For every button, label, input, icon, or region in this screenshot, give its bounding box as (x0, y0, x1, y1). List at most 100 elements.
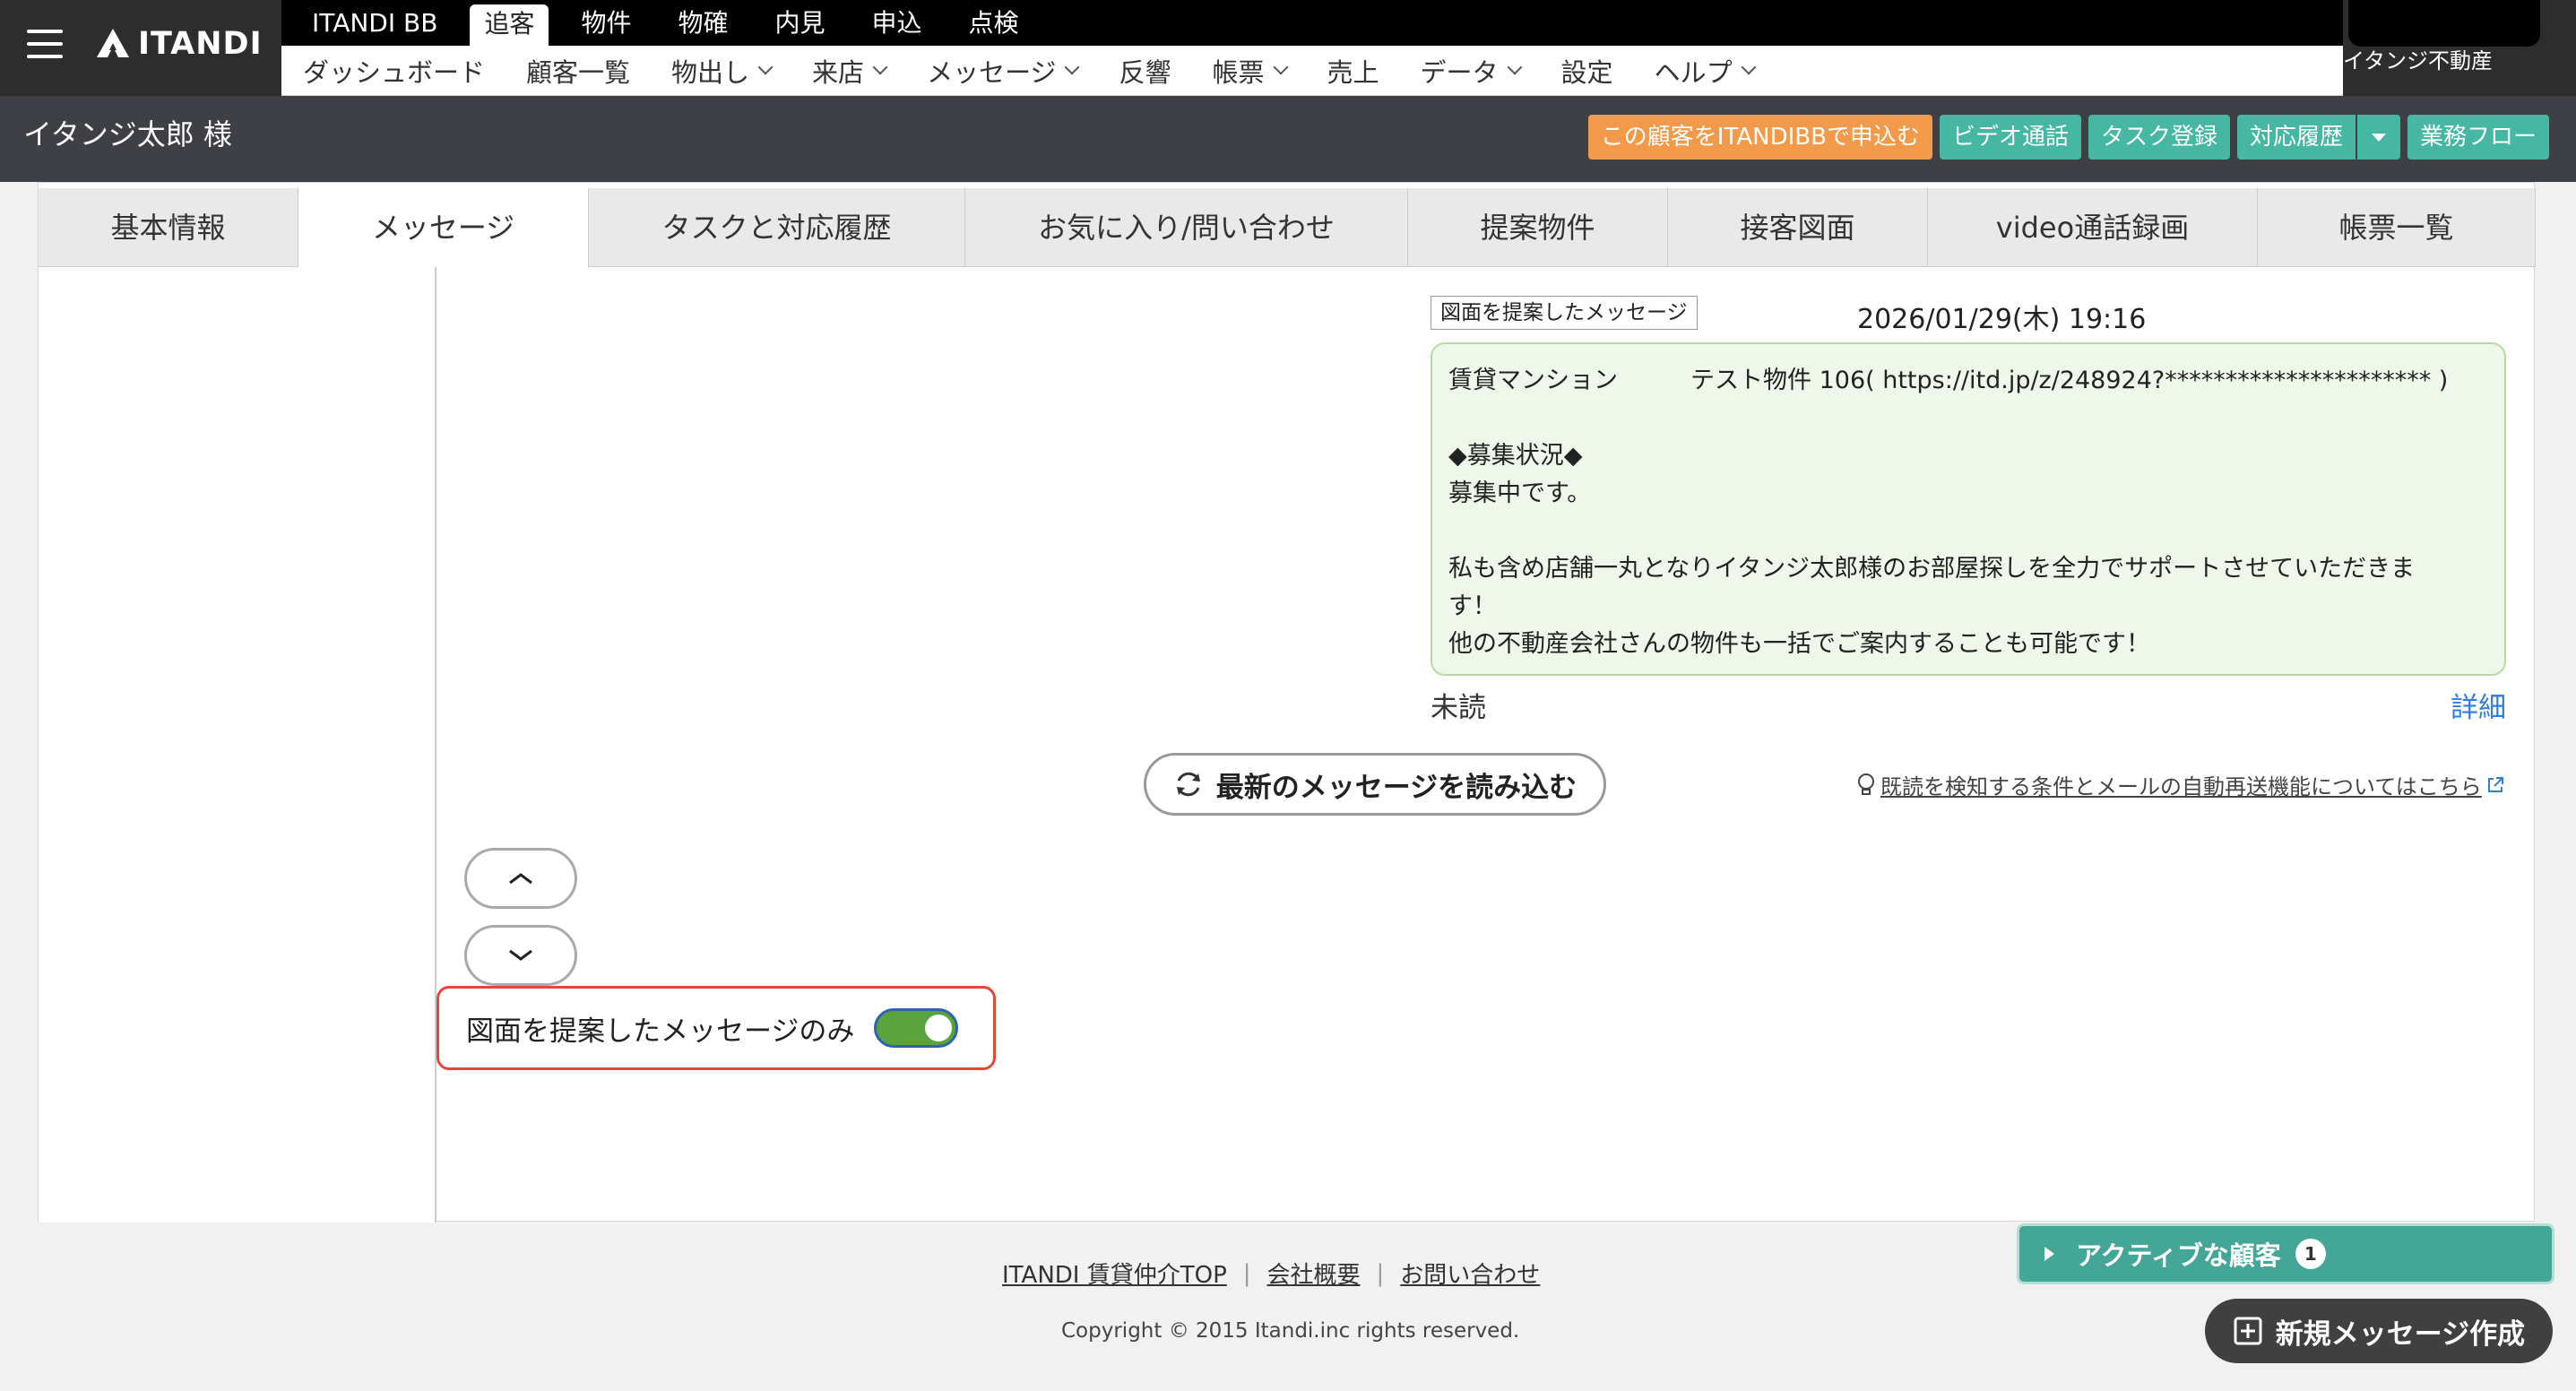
message-line: 募集中です。 (1448, 480, 1592, 507)
customer-tab[interactable]: メッセージ (298, 188, 589, 268)
message-line: す！ (1448, 592, 1497, 620)
content-card: 基本情報 メッセージ タスクと対応履歴 お気に入り/問い合わせ 提案物件 接客図面 vide… (38, 182, 2536, 1223)
nav-item[interactable]: 来店 (812, 52, 888, 90)
lightbulb-icon (1858, 773, 1874, 795)
refresh-icon (1176, 772, 1200, 797)
scroll-down-button[interactable] (464, 925, 577, 986)
customer-bar: イタンジ太郎 様 この顧客をITANDIBBで申込む ビデオ通話 タスク登録 対… (0, 96, 2576, 182)
nav-item-label: 帳票 (1212, 56, 1265, 88)
proposal-filter-label: 図面を提案したメッセージのみ (466, 1015, 855, 1048)
customer-actions: この顧客をITANDIBBで申込む ビデオ通話 タスク登録 対応履歴 業務フロー (1581, 115, 2549, 160)
company-name: イタンジ不動産 (2343, 48, 2494, 73)
plus-square-icon (2234, 1317, 2262, 1345)
nav-item[interactable]: 帳票 (1212, 52, 1289, 90)
caret-right-icon (2044, 1247, 2054, 1261)
nav-item-label: ヘルプ (1654, 56, 1733, 88)
message-detail-link[interactable]: 詳細 (2451, 685, 2506, 725)
help-link-text: 既読を検知する条件とメールの自動再送機能についてはこちら (1880, 774, 2482, 799)
history-button[interactable]: 対応履歴 (2236, 115, 2356, 160)
customer-name: イタンジ太郎 様 (23, 117, 232, 151)
scroll-up-button[interactable] (464, 848, 577, 909)
company-switcher[interactable] (2348, 0, 2540, 47)
app-header: ITANDI ITANDI BB 追客 物件 物確 内見 申込 点検 ダッシュボード 顧客一覧… (0, 0, 2576, 96)
new-message-label: 新規メッセージ作成 (2275, 1318, 2526, 1351)
product-tabs: ITANDI BB 追客 物件 物確 内見 申込 点検 (281, 0, 2343, 46)
logo-text: ITANDI (138, 26, 263, 62)
external-link-icon (2487, 776, 2503, 792)
footer-links: ITANDI 賃貸仲介TOP | 会社概要 | お問い合わせ (1002, 1257, 1540, 1290)
nav-item-label: メッセージ (927, 56, 1057, 88)
product-tab[interactable]: 申込 (858, 3, 937, 44)
reload-messages-button[interactable]: 最新のメッセージを読み込む (1144, 753, 1606, 816)
chevron-down-icon (1273, 59, 1289, 74)
history-dropdown-button[interactable] (2356, 115, 2400, 160)
product-tab[interactable]: 追客 (470, 4, 549, 46)
task-register-button[interactable]: タスク登録 (2088, 115, 2230, 160)
chevron-down-icon (757, 59, 774, 74)
footer-link[interactable]: ITANDI 賃貸仲介TOP (1002, 1257, 1227, 1290)
footer-link[interactable]: お問い合わせ (1400, 1257, 1540, 1290)
message-line: 賃貸マンション テスト物件 106( https://itd.jp/z/2489… (1448, 367, 2449, 394)
chevron-down-icon (1507, 59, 1523, 74)
nav-item-label: 設定 (1560, 56, 1613, 88)
nav-item[interactable]: 設定 (1561, 52, 1613, 90)
video-call-button[interactable]: ビデオ通話 (1939, 115, 2081, 160)
footer-separator: | (1242, 1259, 1251, 1287)
itandi-logo[interactable]: ITANDI (95, 26, 263, 62)
message-line: 私も含め店舗一丸となりイタンジ太郎様のお部屋探しを全力でサポートさせていただきま (1448, 555, 2416, 583)
message-bubble: 賃貸マンション テスト物件 106( https://itd.jp/z/2489… (1431, 342, 2506, 676)
nav-item[interactable]: ヘルプ (1654, 52, 1757, 90)
message-read-status: 未読 (1431, 692, 1486, 724)
active-customers-label: アクティブな顧客 (2076, 1240, 2281, 1271)
left-pane (39, 267, 437, 1223)
proposal-filter-toggle[interactable] (874, 1008, 959, 1048)
customer-tab[interactable]: 基本情報 (39, 188, 298, 267)
proposal-filter: 図面を提案したメッセージのみ (437, 986, 996, 1070)
message-type-tag: 図面を提案したメッセージ (1431, 296, 1698, 330)
customer-tab[interactable]: 提案物件 (1408, 188, 1668, 267)
read-detection-help-link[interactable]: 既読を検知する条件とメールの自動再送機能についてはこちら (1855, 769, 2509, 800)
apply-itandibb-button[interactable]: この顧客をITANDIBBで申込む (1587, 115, 1932, 160)
nav-item[interactable]: メッセージ (927, 52, 1080, 90)
footer-separator: | (1376, 1259, 1385, 1287)
message-line: ◆募集状況◆ (1448, 442, 1583, 470)
product-tab[interactable]: ITANDI BB (298, 3, 452, 44)
active-customers-panel[interactable]: アクティブな顧客 1 (2017, 1223, 2554, 1284)
nav-item[interactable]: 売上 (1327, 52, 1379, 90)
nav-item-label: 顧客一覧 (526, 56, 631, 88)
caret-down-icon (2371, 134, 2386, 142)
customer-tab[interactable]: タスクと対応履歴 (589, 188, 965, 267)
nav-item[interactable]: データ (1420, 52, 1523, 90)
chevron-down-icon (1741, 59, 1757, 74)
nav-item-label: 物出し (671, 56, 750, 88)
nav-item-label: 反響 (1119, 56, 1171, 88)
chevron-down-icon (1064, 59, 1080, 74)
nav-item-label: データ (1420, 56, 1499, 88)
customer-tab[interactable]: 帳票一覧 (2258, 188, 2536, 267)
nav-item[interactable]: 反響 (1119, 52, 1171, 90)
message-line (1448, 400, 2488, 437)
reload-messages-label: 最新のメッセージを読み込む (1215, 771, 1578, 804)
copyright: Copyright © 2015 Itandi.inc rights reser… (1061, 1319, 1520, 1343)
main-nav: ダッシュボード 顧客一覧 物出し 来店 メッセージ 反響 帳票 売上 データ 設定 ヘルプ (281, 46, 2343, 96)
customer-tab[interactable]: video通話録画 (1928, 188, 2258, 267)
product-tab[interactable]: 点検 (955, 3, 1033, 44)
chevron-down-icon (872, 59, 888, 74)
new-message-button[interactable]: 新規メッセージ作成 (2205, 1299, 2553, 1363)
nav-item[interactable]: 顧客一覧 (526, 52, 630, 90)
footer-link[interactable]: 会社概要 (1267, 1257, 1361, 1290)
nav-item[interactable]: ダッシュボード (303, 52, 485, 90)
product-tab[interactable]: 物確 (663, 3, 742, 44)
message-line (1448, 513, 2488, 550)
nav-item-label: 売上 (1327, 56, 1379, 88)
product-tab[interactable]: 内見 (760, 3, 839, 44)
itandi-logo-icon (97, 29, 129, 57)
hamburger-menu-icon[interactable] (27, 30, 63, 62)
customer-tab[interactable]: お気に入り/問い合わせ (965, 188, 1408, 267)
workflow-button[interactable]: 業務フロー (2407, 115, 2549, 160)
customer-tabs: 基本情報 メッセージ タスクと対応履歴 お気に入り/問い合わせ 提案物件 接客図面 vide… (39, 188, 2536, 268)
product-tab[interactable]: 物件 (566, 3, 645, 44)
nav-item[interactable]: 物出し (671, 52, 774, 90)
customer-tab[interactable]: 接客図面 (1668, 188, 1928, 267)
active-customers-count: 1 (2295, 1239, 2326, 1269)
